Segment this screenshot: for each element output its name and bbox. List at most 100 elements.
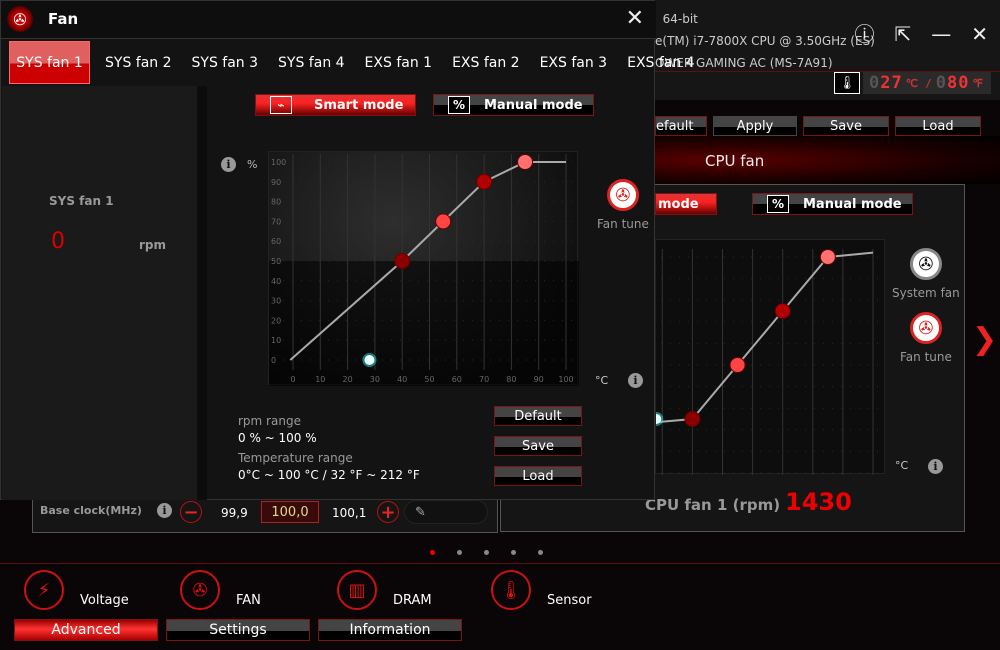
- control-point-3[interactable]: [476, 173, 493, 190]
- fan-tab-exs-fan-3[interactable]: EXS fan 3: [530, 41, 618, 84]
- mini-mode-icon[interactable]: ⇱: [894, 24, 911, 44]
- fahrenheit-unit: ℉: [972, 76, 984, 90]
- control-point-1[interactable]: [394, 253, 411, 269]
- nav-sensor[interactable]: 🌡 Sensor: [491, 570, 592, 610]
- apply-button[interactable]: Apply: [713, 116, 797, 136]
- temp-info-icon[interactable]: i: [628, 373, 643, 388]
- temp-celsius: 27: [880, 73, 903, 93]
- curve-load-button[interactable]: Load: [494, 466, 582, 486]
- page-dot[interactable]: [484, 550, 489, 555]
- temp-separator: /: [925, 76, 933, 90]
- cpu-fan-tune-button[interactable]: ✇ Fan tune: [900, 312, 952, 364]
- y-tick-label: 90: [271, 178, 281, 187]
- current-temp-marker: [364, 355, 375, 365]
- control-point-3[interactable]: [774, 303, 791, 319]
- chart-info-icon[interactable]: i: [221, 157, 236, 172]
- fan-curve-chart[interactable]: 0 10 20 30 40 50 60 70 80 90 100 0 10 20 30 40 50 60 70 80 9…: [268, 151, 579, 386]
- curve-save-button[interactable]: Save: [494, 436, 582, 456]
- fan-tab-exs-fan-2[interactable]: EXS fan 2: [442, 41, 530, 84]
- y-tick-label: 30: [271, 297, 281, 306]
- nav-voltage-label: Voltage: [80, 593, 129, 608]
- fan-tab-exs-fan-4[interactable]: EXS fan 4: [617, 41, 705, 84]
- page-dot[interactable]: [511, 550, 516, 555]
- page-dot[interactable]: [538, 550, 543, 555]
- y-tick-label: 70: [271, 217, 281, 226]
- range-info: rpm range 0 % ~ 100 % Temperature range …: [238, 413, 420, 484]
- control-point-4[interactable]: [819, 249, 836, 265]
- fan-tune-label: Fan tune: [597, 217, 649, 231]
- control-point-2[interactable]: [729, 357, 746, 373]
- save-button[interactable]: Save: [803, 116, 889, 136]
- base-clock-info-icon[interactable]: i: [157, 503, 172, 518]
- page-dot[interactable]: [457, 550, 462, 555]
- system-fan-button[interactable]: ✇ System fan: [892, 248, 960, 300]
- selected-fan-name: SYS fan 1: [49, 194, 114, 208]
- y-tick-label: 50: [271, 257, 281, 266]
- base-clock-label: Base clock(MHz): [40, 504, 142, 517]
- cpu-smart-mode-button[interactable]: mode: [655, 193, 717, 215]
- fan-tab-exs-fan-1[interactable]: EXS fan 1: [355, 41, 443, 84]
- tab-advanced[interactable]: Advanced: [14, 619, 158, 641]
- control-point-4[interactable]: [517, 154, 534, 170]
- y-tick-label: 100: [271, 158, 286, 167]
- info-icon[interactable]: ⓘ: [854, 24, 874, 44]
- fan-tab-sys-fan-3[interactable]: SYS fan 3: [182, 41, 269, 84]
- base-clock-next: 100,1: [332, 506, 367, 520]
- fan-tune-icon: ✇: [909, 312, 942, 344]
- temp-fahrenheit: 80: [946, 73, 970, 93]
- cpu-fan-curve-chart[interactable]: 30405060708090100: [562, 239, 886, 497]
- minimize-icon[interactable]: —: [931, 24, 951, 44]
- manual-mode-button[interactable]: % Manual mode: [433, 94, 594, 116]
- control-point-1[interactable]: [684, 411, 701, 427]
- cpu-chart-info-icon[interactable]: i: [928, 459, 943, 474]
- x-tick-label: 40: [397, 375, 407, 384]
- os-info: 64-bit: [655, 12, 698, 26]
- close-icon[interactable]: ✕: [626, 6, 644, 31]
- tab-settings[interactable]: Settings: [166, 619, 310, 641]
- nav-dram[interactable]: ▥ DRAM: [337, 570, 432, 610]
- x-tick-label: 80: [506, 375, 516, 384]
- thermometer-toggle-icon[interactable]: 🌡: [834, 72, 860, 94]
- percent-icon: %: [448, 96, 470, 114]
- tab-information[interactable]: Information: [318, 619, 462, 641]
- bottom-nav: ⚡ Voltage ✇ FAN ▥ DRAM 🌡 Sensor: [0, 570, 620, 615]
- control-point-2[interactable]: [435, 213, 452, 230]
- nav-fan[interactable]: ✇ FAN: [180, 570, 261, 610]
- base-clock-current[interactable]: 100,0: [261, 501, 319, 523]
- cpu-fan-banner: CPU fan: [655, 136, 1000, 184]
- default-button[interactable]: efault: [655, 116, 707, 136]
- base-clock-edit-field[interactable]: ✎: [404, 500, 488, 524]
- nav-dram-label: DRAM: [393, 593, 432, 608]
- page-dot[interactable]: [430, 550, 435, 555]
- memory-icon: ▥: [337, 570, 377, 610]
- fan-rpm-unit: rpm: [139, 238, 167, 252]
- fan-tune-button[interactable]: ✇ Fan tune: [597, 179, 649, 231]
- y-tick-label: 60: [271, 237, 281, 246]
- fan-logo-icon: ✇: [7, 6, 33, 32]
- cpu-manual-mode-button[interactable]: % Manual mode: [752, 193, 913, 215]
- smart-mode-button[interactable]: ⌁ Smart mode: [255, 94, 416, 116]
- fan-dialog-title: Fan: [48, 10, 79, 28]
- fan-curve-line: [571, 251, 874, 431]
- load-button[interactable]: Load: [895, 116, 981, 136]
- nav-sensor-label: Sensor: [547, 593, 592, 608]
- fan-tune-label: Fan tune: [900, 350, 952, 364]
- base-clock-decrease-button[interactable]: −: [180, 501, 202, 523]
- cpu-axis-celsius: °C: [895, 459, 909, 472]
- lower-band: [269, 261, 579, 386]
- thermometer-snowflake-icon: 🌡: [491, 570, 531, 610]
- close-icon[interactable]: ✕: [971, 24, 988, 44]
- system-fan-label: System fan: [892, 286, 960, 300]
- cpu-fan-curve-svg[interactable]: 30405060708090100: [562, 240, 886, 497]
- fan-curve-svg[interactable]: 0 10 20 30 40 50 60 70 80 90 100 0 10 20 30 40 50 60 70 80 9…: [269, 152, 579, 386]
- x-tick-label: 20: [343, 375, 353, 384]
- fan-tab-sys-fan-4[interactable]: SYS fan 4: [268, 41, 355, 84]
- panel-divider: [197, 86, 207, 500]
- fan-tab-sys-fan-2[interactable]: SYS fan 2: [95, 41, 182, 84]
- next-page-arrow[interactable]: ❯: [972, 322, 997, 357]
- fan-tab-sys-fan-1[interactable]: SYS fan 1: [9, 41, 90, 84]
- x-tick-label: 70: [479, 375, 489, 384]
- nav-voltage[interactable]: ⚡ Voltage: [24, 570, 129, 610]
- base-clock-increase-button[interactable]: +: [377, 501, 399, 523]
- curve-default-button[interactable]: Default: [494, 406, 582, 426]
